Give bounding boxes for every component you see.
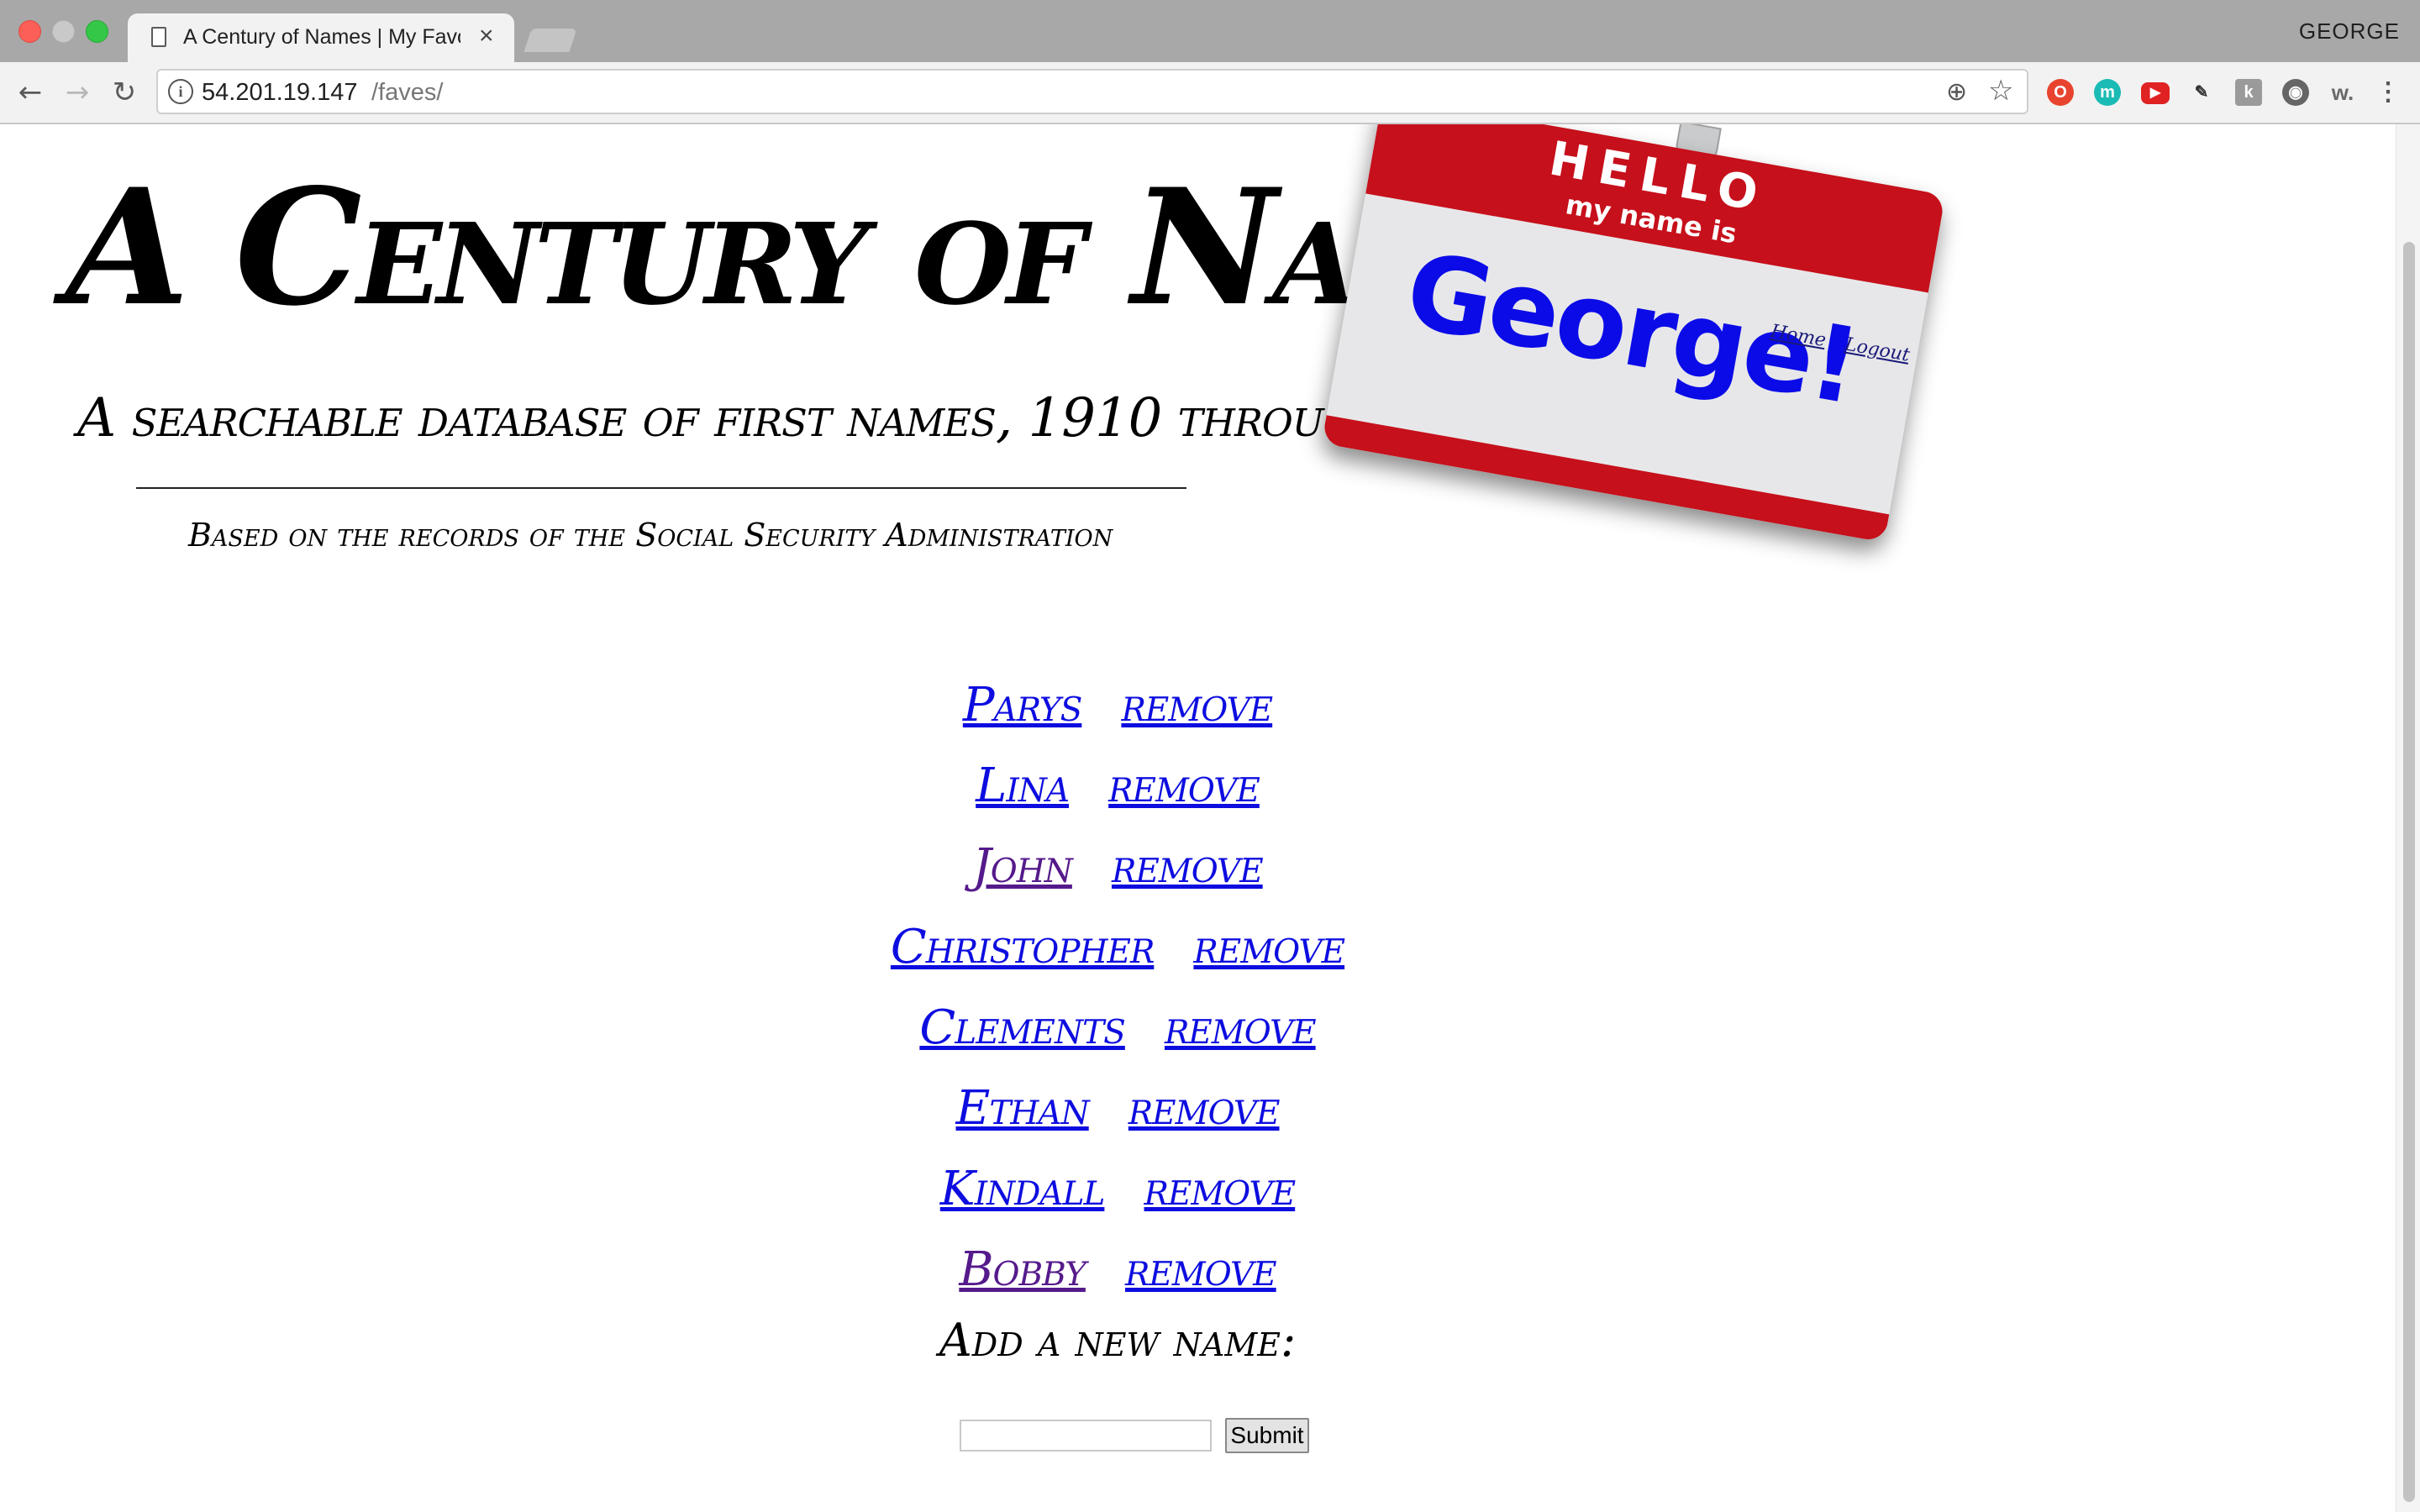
- back-button[interactable]: ←: [12, 74, 49, 111]
- remove-link[interactable]: remove: [1165, 988, 1317, 1068]
- remove-link[interactable]: remove: [1121, 665, 1273, 746]
- film-extension-icon[interactable]: ◉: [2282, 79, 2309, 106]
- reload-button[interactable]: ↻: [106, 74, 143, 111]
- profile-name[interactable]: GEORGE: [2299, 18, 2400, 45]
- m-extension-icon[interactable]: m: [2094, 79, 2121, 106]
- url-host: 54.201.19.147: [202, 79, 358, 106]
- list-item: Parys remove: [0, 665, 2420, 746]
- favorite-name-link[interactable]: Lina: [976, 746, 1070, 827]
- close-window-button[interactable]: [18, 20, 41, 43]
- source-note: Based on the records of the Social Secur…: [188, 517, 1113, 554]
- page-subtitle: A searchable database of first names, 19…: [77, 387, 1535, 449]
- name-tag-badge: HELLO my name is George!: [1321, 124, 1946, 543]
- opera-extension-icon[interactable]: O: [2047, 79, 2074, 106]
- favorite-name-link[interactable]: Clements: [919, 988, 1125, 1068]
- submit-button[interactable]: Submit: [1225, 1418, 1309, 1453]
- forward-button[interactable]: →: [59, 74, 96, 111]
- favorite-name-link[interactable]: Christopher: [891, 907, 1155, 988]
- badge-bottom-band: [1321, 415, 1890, 543]
- favorite-name-link[interactable]: John: [972, 827, 1073, 907]
- remove-link[interactable]: remove: [1125, 1230, 1277, 1310]
- list-item: Christopher remove: [0, 907, 2420, 988]
- favorite-name-link[interactable]: Bobby: [959, 1230, 1086, 1310]
- browser-menu-icon[interactable]: ⋮: [2375, 79, 2402, 106]
- list-item: John remove: [0, 827, 2420, 907]
- info-icon[interactable]: i: [168, 79, 193, 104]
- browser-toolbar: ← → ↻ i 54.201.19.147 /faves/ ⊕ ☆ O m ▶ …: [0, 62, 2420, 124]
- favorite-name-link[interactable]: Kindall: [940, 1149, 1106, 1230]
- add-name-heading: Add a new name:: [939, 1314, 1297, 1367]
- eyedropper-extension-icon[interactable]: ✎: [2188, 79, 2215, 106]
- page-content: A Century of Names A searchable database…: [0, 124, 2420, 1512]
- new-tab-button[interactable]: [523, 29, 577, 52]
- header-divider: [136, 487, 1186, 489]
- list-item: Clements remove: [0, 988, 2420, 1068]
- k-extension-icon[interactable]: k: [2235, 79, 2262, 106]
- favorite-name-link[interactable]: Parys: [963, 665, 1082, 746]
- document-icon: [151, 27, 166, 47]
- tab-close-icon[interactable]: ×: [479, 22, 494, 50]
- new-name-input[interactable]: [960, 1420, 1212, 1452]
- zoom-icon[interactable]: ⊕: [1946, 77, 1967, 107]
- favorites-list: Parys remove Lina remove John remove Chr…: [0, 665, 2420, 1310]
- url-path: /faves/: [371, 79, 444, 106]
- remove-link[interactable]: remove: [1112, 827, 1264, 907]
- minimize-window-button[interactable]: [52, 20, 75, 43]
- bookmark-star-icon[interactable]: ☆: [1988, 74, 2013, 108]
- favorite-name-link[interactable]: Ethan: [956, 1068, 1090, 1149]
- tab-title: A Century of Names | My Favo: [183, 25, 460, 49]
- w-extension-icon[interactable]: w.: [2329, 79, 2356, 106]
- address-bar[interactable]: i 54.201.19.147 /faves/ ⊕ ☆: [156, 69, 2028, 114]
- remove-link[interactable]: remove: [1108, 746, 1260, 827]
- remove-link[interactable]: remove: [1144, 1149, 1297, 1230]
- video-extension-icon[interactable]: ▶: [2141, 82, 2170, 104]
- list-item: Lina remove: [0, 746, 2420, 827]
- list-item: Ethan remove: [0, 1068, 2420, 1149]
- remove-link[interactable]: remove: [1193, 907, 1345, 988]
- browser-titlebar: A Century of Names | My Favo × GEORGE: [0, 0, 2420, 62]
- list-item: Bobby remove: [0, 1230, 2420, 1310]
- browser-tab-active[interactable]: A Century of Names | My Favo ×: [128, 13, 514, 62]
- maximize-window-button[interactable]: [86, 20, 108, 43]
- remove-link[interactable]: remove: [1128, 1068, 1281, 1149]
- list-item: Kindall remove: [0, 1149, 2420, 1230]
